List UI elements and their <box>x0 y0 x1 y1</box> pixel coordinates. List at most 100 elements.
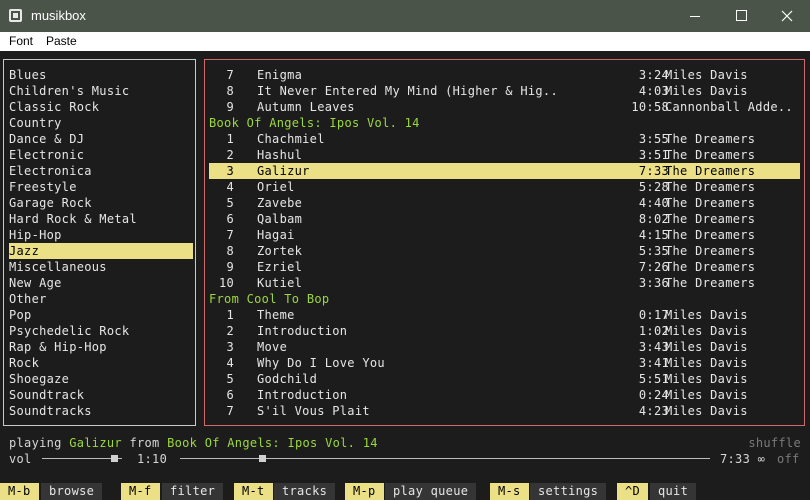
track-number: 6 <box>226 388 234 402</box>
shortcut-action-browse[interactable]: browse <box>41 483 103 500</box>
track-row[interactable]: 8 It Never Entered My Mind (Higher & Hig.… <box>209 83 800 99</box>
shortcut-key[interactable]: M-f <box>121 483 160 500</box>
shortcut-action-quit[interactable]: quit <box>650 483 697 500</box>
volume-slider[interactable] <box>42 458 122 459</box>
repeat-toggle[interactable]: off <box>777 451 800 467</box>
track-title: Enigma <box>257 68 303 82</box>
track-title: Qalbam <box>257 212 303 226</box>
track-row[interactable]: 7 Hagai 4:15 The Dreamers <box>209 227 800 243</box>
track-row[interactable]: 10 Kutiel 3:36 The Dreamers <box>209 275 800 291</box>
genre-item-label: Rap & Hip-Hop <box>9 340 107 354</box>
seek-bar-handle[interactable] <box>259 455 266 462</box>
menu-paste[interactable]: Paste <box>46 34 77 48</box>
genre-item-label: Hip-Hop <box>9 228 62 242</box>
repeat-icon: ∞ <box>757 452 766 466</box>
track-row[interactable]: 1 Theme 0:17 Miles Davis <box>209 307 800 323</box>
shortcut-action-play-queue[interactable]: play queue <box>385 483 477 500</box>
track-number: 5 <box>226 196 234 210</box>
track-title: Kutiel <box>257 276 303 290</box>
track-number: 10 <box>218 276 234 290</box>
track-title: Ezriel <box>257 260 303 274</box>
track-number: 1 <box>226 308 234 322</box>
shortcut-key[interactable]: M-t <box>234 483 273 500</box>
close-button[interactable] <box>764 0 810 32</box>
shortcut-key[interactable]: M-b <box>0 483 39 500</box>
track-artist: Miles Davis <box>665 404 748 418</box>
track-row[interactable]: 6 Qalbam 8:02 The Dreamers <box>209 211 800 227</box>
genre-item[interactable]: Country <box>9 115 193 131</box>
genre-item[interactable]: Soundtracks <box>9 403 193 419</box>
track-row[interactable]: 3 Galizur 7:33 The Dreamers <box>209 163 800 179</box>
track-row[interactable]: 9 Autumn Leaves 10:58 Cannonball Adde.. <box>209 99 800 115</box>
track-number: 3 <box>226 340 234 354</box>
track-row[interactable]: 1 Chachmiel 3:55 The Dreamers <box>209 131 800 147</box>
genre-item[interactable]: Hip-Hop <box>9 227 193 243</box>
shortcut-key[interactable]: M-p <box>345 483 384 500</box>
now-playing-line: playing Galizur from Book Of Angels: Ipo… <box>9 435 378 451</box>
shortcut-action-filter[interactable]: filter <box>162 483 224 500</box>
genre-item-label: Dance & DJ <box>9 132 85 146</box>
track-row[interactable]: 5 Zavebe 4:40 The Dreamers <box>209 195 800 211</box>
genre-item[interactable]: Classic Rock <box>9 99 193 115</box>
track-number: 4 <box>226 356 234 370</box>
genre-item[interactable]: Psychedelic Rock <box>9 323 193 339</box>
track-row[interactable]: 6 Introduction 0:24 Miles Davis <box>209 387 800 403</box>
genre-item[interactable]: New Age <box>9 275 193 291</box>
genre-item[interactable]: Soundtrack <box>9 387 193 403</box>
shortcut-key[interactable]: ^D <box>617 483 649 500</box>
track-row[interactable]: 8 Zortek 5:35 The Dreamers <box>209 243 800 259</box>
genre-item[interactable]: Miscellaneous <box>9 259 193 275</box>
track-artist: Miles Davis <box>665 388 748 402</box>
shortcut-action-settings[interactable]: settings <box>530 483 607 500</box>
track-title: Galizur <box>257 164 310 178</box>
track-row[interactable]: 7 S'il Vous Plait 4:23 Miles Davis <box>209 403 800 419</box>
genre-item[interactable]: Rock <box>9 355 193 371</box>
maximize-button[interactable] <box>718 0 764 32</box>
track-title: Zavebe <box>257 196 303 210</box>
volume-slider-handle[interactable] <box>111 455 118 462</box>
track-artist: Miles Davis <box>665 324 748 338</box>
track-title: Oriel <box>257 180 295 194</box>
track-artist: Miles Davis <box>665 340 748 354</box>
menu-font[interactable]: Font <box>9 34 33 48</box>
shortcut-action-tracks[interactable]: tracks <box>274 483 336 500</box>
track-row[interactable]: 3 Move 3:43 Miles Davis <box>209 339 800 355</box>
track-row[interactable]: 2 Introduction 1:02 Miles Davis <box>209 323 800 339</box>
track-title: Move <box>257 340 288 354</box>
genre-item[interactable]: Rap & Hip-Hop <box>9 339 193 355</box>
genre-item-label: Freestyle <box>9 180 77 194</box>
track-row[interactable]: 2 Hashul 3:51 The Dreamers <box>209 147 800 163</box>
track-number: 2 <box>226 148 234 162</box>
track-row[interactable]: 9 Ezriel 7:26 The Dreamers <box>209 259 800 275</box>
genre-item[interactable]: Electronic <box>9 147 193 163</box>
shuffle-toggle[interactable]: shuffle <box>748 435 801 451</box>
genre-item[interactable]: Blues <box>9 67 193 83</box>
shortcut-key[interactable]: M-s <box>490 483 529 500</box>
genre-item[interactable]: Shoegaze <box>9 371 193 387</box>
shortcut-bar: M-b browse M-f filter M-t tracks M-p play queue… <box>0 483 810 500</box>
genre-item[interactable]: Pop <box>9 307 193 323</box>
genre-item-label: Blues <box>9 68 47 82</box>
track-number: 9 <box>226 260 234 274</box>
genre-item[interactable]: Electronica <box>9 163 193 179</box>
track-title: Theme <box>257 308 295 322</box>
genre-item[interactable]: Dance & DJ <box>9 131 193 147</box>
genre-item[interactable]: Hard Rock & Metal <box>9 211 193 227</box>
genre-item[interactable]: Freestyle <box>9 179 193 195</box>
track-row[interactable]: 5 Godchild 5:51 Miles Davis <box>209 371 800 387</box>
track-number: 2 <box>226 324 234 338</box>
genre-item[interactable]: Jazz <box>9 243 193 259</box>
track-artist: The Dreamers <box>665 244 756 258</box>
genre-item[interactable]: Children's Music <box>9 83 193 99</box>
track-row[interactable]: 7 Enigma 3:24 Miles Davis <box>209 67 800 83</box>
genre-item[interactable]: Garage Rock <box>9 195 193 211</box>
genre-item-label: Soundtrack <box>9 388 85 402</box>
genre-item-label: Jazz <box>9 244 40 258</box>
track-row[interactable]: 4 Oriel 5:28 The Dreamers <box>209 179 800 195</box>
track-row[interactable]: 4 Why Do I Love You 3:41 Miles Davis <box>209 355 800 371</box>
genre-item[interactable]: Other <box>9 291 193 307</box>
volume-label: vol <box>9 452 32 466</box>
track-number: 7 <box>226 404 234 418</box>
genre-item-label: Children's Music <box>9 84 130 98</box>
minimize-button[interactable] <box>672 0 718 32</box>
